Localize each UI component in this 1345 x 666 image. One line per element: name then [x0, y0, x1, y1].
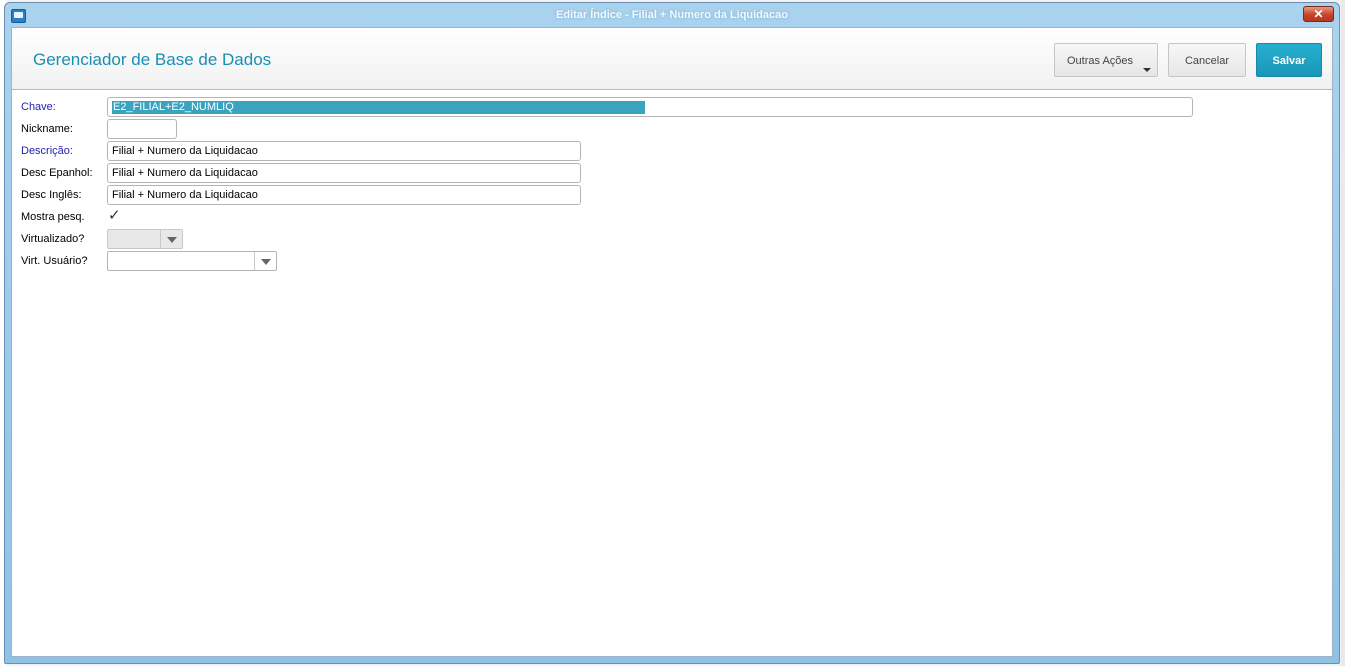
row-desc-espanhol: Desc Epanhol: Filial + Numero da Liquida… [12, 163, 1332, 183]
save-button[interactable]: Salvar [1256, 43, 1322, 77]
nickname-label: Nickname: [21, 123, 73, 135]
desc-espanhol-label: Desc Epanhol: [21, 167, 93, 179]
chevron-down-icon [1143, 68, 1151, 72]
desc-ingles-label: Desc Inglês: [21, 189, 82, 201]
title-bar[interactable]: Editar Índice - Filial + Numero da Liqui… [5, 3, 1339, 27]
dialog-header: Gerenciador de Base de Dados Outras Açõe… [12, 28, 1332, 90]
close-button[interactable]: ✕ [1303, 6, 1334, 22]
chevron-down-icon[interactable] [160, 230, 182, 248]
descricao-label: Descrição: [21, 145, 73, 157]
dialog-content: Gerenciador de Base de Dados Outras Açõe… [11, 27, 1333, 657]
cancel-button[interactable]: Cancelar [1168, 43, 1246, 77]
virtualizado-label: Virtualizado? [21, 233, 85, 245]
row-chave: Chave: E2_FILIAL+E2_NUMLIQ [12, 97, 1332, 117]
nickname-input[interactable] [107, 119, 177, 139]
desc-ingles-input[interactable]: Filial + Numero da Liquidacao [107, 185, 581, 205]
chave-label: Chave: [21, 101, 56, 113]
mostra-pesq-label: Mostra pesq. [21, 211, 85, 223]
virtualizado-select[interactable] [107, 229, 183, 249]
dialog-window: Editar Índice - Filial + Numero da Liqui… [4, 2, 1340, 664]
virt-usuario-select[interactable] [107, 251, 277, 271]
window-title: Editar Índice - Filial + Numero da Liqui… [556, 9, 788, 21]
chave-input[interactable]: E2_FILIAL+E2_NUMLIQ [107, 97, 1193, 117]
outras-acoes-label: Outras Ações [1067, 55, 1134, 67]
chevron-down-icon[interactable] [254, 252, 276, 270]
outras-acoes-button[interactable]: Outras Ações [1054, 43, 1158, 77]
page-title: Gerenciador de Base de Dados [33, 50, 272, 69]
row-mostra-pesq: Mostra pesq. ✓ [12, 207, 1332, 227]
desc-espanhol-input[interactable]: Filial + Numero da Liquidacao [107, 163, 581, 183]
mostra-pesq-checkbox[interactable]: ✓ [108, 208, 122, 224]
row-desc-ingles: Desc Inglês: Filial + Numero da Liquidac… [12, 185, 1332, 205]
row-nickname: Nickname: [12, 119, 1332, 139]
row-virtualizado: Virtualizado? [12, 229, 1332, 249]
background-app-strip-right [1341, 0, 1345, 666]
virt-usuario-label: Virt. Usuário? [21, 255, 88, 267]
row-descricao: Descrição: Filial + Numero da Liquidacao [12, 141, 1332, 161]
row-virt-usuario: Virt. Usuário? [12, 251, 1332, 271]
descricao-input[interactable]: Filial + Numero da Liquidacao [107, 141, 581, 161]
chave-value: E2_FILIAL+E2_NUMLIQ [112, 101, 645, 114]
